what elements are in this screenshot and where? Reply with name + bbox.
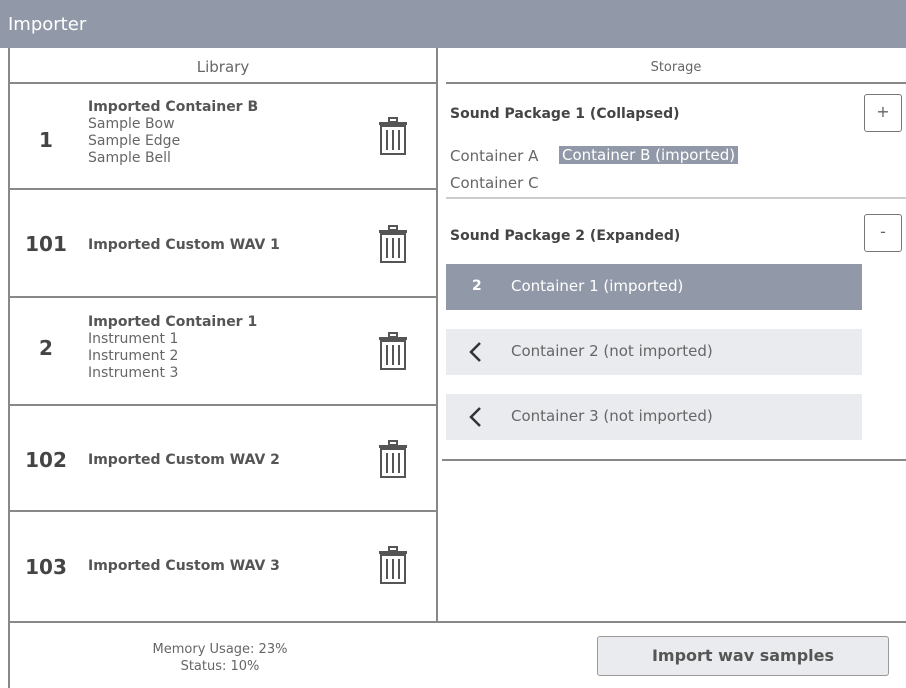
storage-divider	[442, 459, 906, 461]
item-subitem: Instrument 1	[88, 331, 179, 347]
trash-icon[interactable]	[378, 117, 408, 155]
container-row[interactable]: Container 2 (not imported)	[446, 329, 862, 375]
package-title[interactable]: Sound Package 1 (Collapsed)	[450, 106, 680, 122]
panel-divider	[436, 48, 438, 621]
title-bar: Importer	[0, 0, 906, 48]
trash-icon[interactable]	[378, 225, 408, 263]
import-button[interactable]: Import wav samples	[597, 636, 889, 676]
chevron-left-icon[interactable]	[468, 341, 484, 363]
item-title: Imported Custom WAV 1	[88, 237, 280, 253]
status-info: Memory Usage: 23% Status: 10%	[110, 641, 330, 675]
trash-icon[interactable]	[378, 546, 408, 584]
item-number: 102	[25, 448, 67, 472]
chevron-left-icon[interactable]	[468, 406, 484, 428]
container-badge: 2	[472, 278, 482, 294]
container-label: Container 3 (not imported)	[511, 407, 713, 425]
container-label: Container 2 (not imported)	[511, 342, 713, 360]
library-item[interactable]: 102 Imported Custom WAV 2	[10, 406, 436, 512]
container-item[interactable]: Container A	[450, 147, 538, 165]
container-label: Container 1 (imported)	[511, 277, 684, 295]
item-title: Imported Container B	[88, 99, 259, 115]
item-title: Imported Custom WAV 3	[88, 558, 280, 574]
container-row[interactable]: Container 3 (not imported)	[446, 394, 862, 440]
item-subitem: Sample Bell	[88, 150, 171, 166]
package-separator	[446, 197, 906, 199]
item-subitem: Instrument 2	[88, 348, 179, 364]
package-title[interactable]: Sound Package 2 (Expanded)	[450, 228, 680, 244]
footer-divider	[10, 621, 906, 623]
library-item[interactable]: 101 Imported Custom WAV 1	[10, 190, 436, 298]
item-number: 2	[39, 336, 53, 360]
container-item[interactable]: Container C	[450, 174, 539, 192]
item-number: 1	[39, 128, 53, 152]
status-text: Status: 10%	[180, 659, 260, 674]
item-number: 101	[25, 232, 67, 256]
item-subitem: Sample Edge	[88, 133, 181, 149]
item-title: Imported Custom WAV 2	[88, 452, 280, 468]
item-title: Imported Container 1	[88, 314, 258, 330]
library-item[interactable]: 2 Imported Container 1 Instrument 1 Inst…	[10, 298, 436, 406]
library-header: Library	[10, 48, 436, 84]
storage-header: Storage	[446, 48, 906, 84]
container-row[interactable]: 2 Container 1 (imported)	[446, 264, 862, 310]
memory-usage: Memory Usage: 23%	[152, 642, 288, 657]
container-item-highlighted[interactable]: Container B (imported)	[559, 146, 739, 164]
item-subitem: Instrument 3	[88, 365, 179, 381]
item-number: 103	[25, 555, 67, 579]
window-title: Importer	[8, 14, 87, 35]
collapse-button[interactable]: -	[864, 214, 902, 252]
trash-icon[interactable]	[378, 332, 408, 370]
expand-button[interactable]: +	[864, 94, 902, 132]
item-subitem: Sample Bow	[88, 116, 175, 132]
library-item[interactable]: 1 Imported Container B Sample Bow Sample…	[10, 86, 436, 190]
library-item[interactable]: 103 Imported Custom WAV 3	[10, 512, 436, 621]
trash-icon[interactable]	[378, 440, 408, 478]
